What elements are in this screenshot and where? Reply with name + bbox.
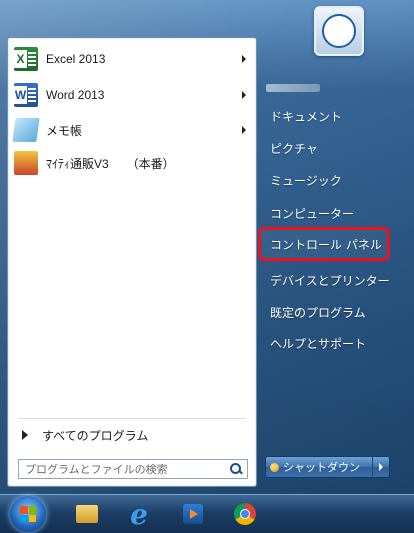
explorer-icon [76, 505, 98, 523]
notepad-icon [12, 118, 40, 142]
media-player-taskbar-button[interactable] [178, 499, 208, 529]
taskbar: e [0, 494, 414, 533]
program-label: Excel 2013 [46, 52, 106, 66]
right-item-control-panel[interactable]: コントロール パネル [258, 227, 390, 261]
program-tsuhan[interactable]: ﾏｲﾃｨ通販V3 （本番） [14, 148, 250, 178]
word-icon: W [14, 83, 38, 107]
windows-logo-icon [20, 506, 36, 522]
right-item-label: ミュージック [270, 173, 342, 188]
internet-explorer-icon: e [130, 497, 148, 531]
ie-taskbar-button[interactable]: e [124, 497, 154, 531]
dell-logo-icon [322, 14, 356, 48]
chrome-icon [234, 503, 256, 525]
excel-icon: X [14, 47, 38, 71]
program-label: Word 2013 [46, 88, 105, 102]
right-item-label: ピクチャ [270, 141, 318, 156]
program-notepad[interactable]: メモ帳 [12, 115, 250, 145]
start-button[interactable] [10, 496, 46, 532]
right-item-label: コントロール パネル [270, 237, 382, 252]
program-word[interactable]: W Word 2013 [14, 80, 250, 110]
start-menu-left-pane: X Excel 2013 W Word 2013 メモ帳 ﾏｲﾃｨ通販V3 （本… [7, 37, 257, 487]
right-item-label: コンピューター [270, 206, 355, 221]
tsuhan-app-icon [14, 151, 38, 175]
shutdown-shield-icon [270, 462, 279, 472]
right-item-label: ヘルプとサポート [270, 336, 367, 351]
submenu-arrow-icon[interactable] [242, 91, 246, 99]
right-item-pictures[interactable]: ピクチャ [262, 135, 390, 161]
user-name-blurred[interactable] [266, 84, 320, 92]
right-item-label: デバイスとプリンター [270, 273, 390, 288]
search-icon[interactable] [229, 462, 243, 476]
search-input[interactable] [19, 461, 229, 477]
right-item-music[interactable]: ミュージック [262, 167, 390, 193]
divider [18, 418, 246, 419]
right-item-help-support[interactable]: ヘルプとサポート [262, 330, 390, 356]
explorer-taskbar-button[interactable] [72, 499, 102, 529]
all-programs-button[interactable]: すべてのプログラム [16, 424, 246, 446]
program-excel[interactable]: X Excel 2013 [14, 44, 250, 74]
shutdown-options-arrow-icon[interactable] [373, 457, 389, 477]
submenu-arrow-icon[interactable] [242, 55, 246, 63]
shutdown-button-group: シャットダウン [265, 456, 390, 478]
program-label: ﾏｲﾃｨ通販V3 （本番） [46, 156, 175, 171]
right-item-devices-printers[interactable]: デバイスとプリンター [262, 267, 390, 293]
shutdown-label: シャットダウン [283, 461, 360, 474]
right-item-documents[interactable]: ドキュメント [262, 103, 390, 129]
expand-arrow-icon [22, 430, 28, 440]
search-box[interactable] [18, 459, 248, 479]
all-programs-label: すべてのプログラム [42, 428, 149, 443]
right-item-computer[interactable]: コンピューター [262, 200, 390, 226]
shutdown-button[interactable]: シャットダウン [266, 457, 373, 477]
program-label: メモ帳 [46, 123, 83, 138]
submenu-arrow-icon[interactable] [242, 126, 246, 134]
right-item-label: ドキュメント [270, 109, 343, 124]
user-picture[interactable] [314, 6, 364, 56]
chrome-taskbar-button[interactable] [230, 499, 260, 529]
right-item-label: 既定のプログラム [270, 305, 366, 320]
right-item-default-programs[interactable]: 既定のプログラム [262, 299, 390, 325]
media-player-icon [183, 504, 203, 524]
